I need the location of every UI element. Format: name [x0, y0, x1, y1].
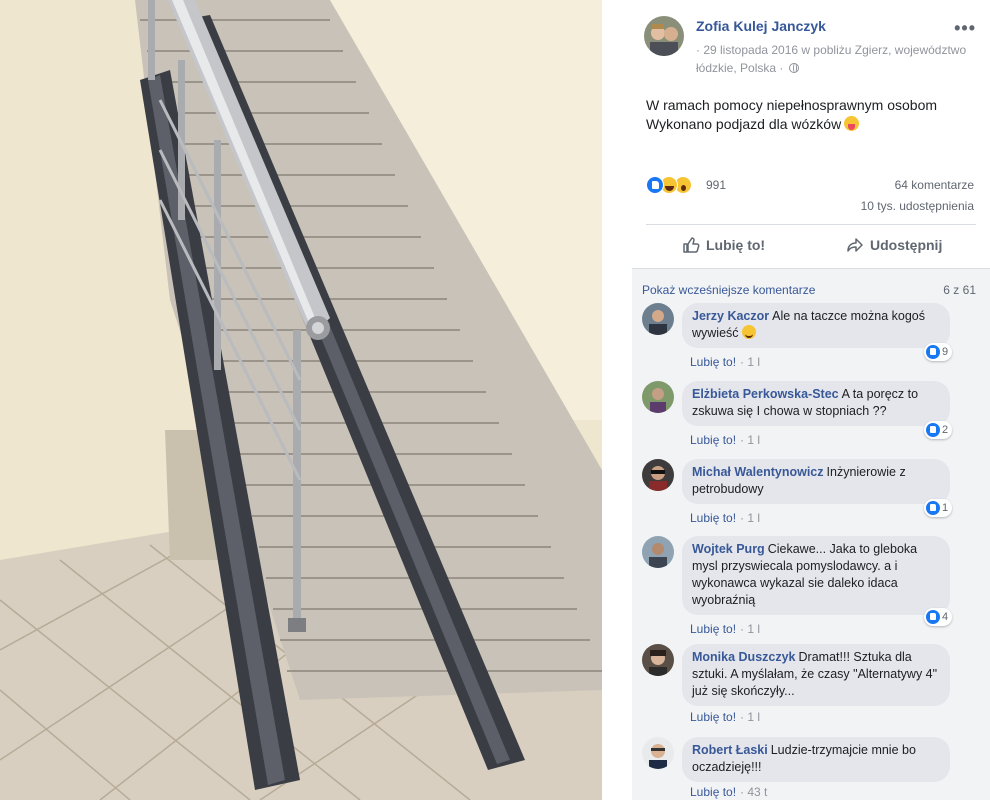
- commenter-avatar[interactable]: [642, 737, 674, 769]
- smiling-emoji-icon: [742, 325, 757, 339]
- commenter-name[interactable]: Wojtek Purg: [692, 542, 765, 556]
- comment-reactions[interactable]: 4: [924, 608, 953, 626]
- comments-count[interactable]: 64 komentarze: [895, 178, 974, 192]
- comment-bubble: Monika Duszczyk Dramat!!! Sztuka dla sztu…: [682, 644, 950, 706]
- comment-reactions[interactable]: 9: [924, 343, 953, 361]
- comment-time[interactable]: · 1 l: [740, 710, 760, 724]
- post-text-line-1: W ramach pomocy niepełnosprawnym osobom: [646, 97, 938, 113]
- commenter-avatar[interactable]: [642, 536, 674, 568]
- comment-like-link[interactable]: Lubię to!: [690, 710, 736, 724]
- comment-like-link[interactable]: Lubię to!: [690, 622, 736, 636]
- commenter-name[interactable]: Jerzy Kaczor: [692, 309, 769, 323]
- author-name[interactable]: Zofia Kulej Janczyk: [696, 18, 826, 34]
- staircase-photo: [0, 0, 602, 800]
- share-button[interactable]: Udostępnij: [846, 236, 942, 254]
- tongue-emoji-icon: [844, 116, 860, 131]
- like-button-label: Lubię to!: [706, 237, 766, 253]
- post-photo[interactable]: [0, 0, 602, 800]
- comment-time[interactable]: · 1 l: [740, 511, 760, 525]
- comment-bubble: Robert Łaski Ludzie-trzymajcie mnie bo oc…: [682, 737, 950, 782]
- commenter-name[interactable]: Elżbieta Perkowska-Stec: [692, 387, 839, 401]
- post-date-location[interactable]: · 29 listopada 2016 w pobliżu Zgierz, wo…: [696, 43, 966, 75]
- like-icon: [926, 610, 940, 624]
- post-header: Zofia Kulej Janczyk · 29 listopada 2016 …: [644, 14, 986, 77]
- shares-count[interactable]: 10 tys. udostępnienia: [861, 199, 974, 213]
- comment-actions: Lubię to! · 1 l: [690, 511, 760, 525]
- author-avatar[interactable]: [644, 16, 684, 56]
- divider: [646, 224, 976, 225]
- globe-icon: [788, 63, 799, 73]
- comment-actions: Lubię to! · 1 l: [690, 622, 760, 636]
- comment-actions: Lubię to! · 43 t: [690, 785, 767, 799]
- comment-time[interactable]: · 1 l: [740, 433, 760, 447]
- comment-bubble: Jerzy Kaczor Ale na taczce można kogoś wy…: [682, 303, 950, 348]
- comment-actions: Lubię to! · 1 l: [690, 355, 760, 369]
- comment-like-link[interactable]: Lubię to!: [690, 433, 736, 447]
- comment-time[interactable]: · 1 l: [740, 622, 760, 636]
- comment-bubble: Elżbieta Perkowska-Stec A ta poręcz to zs…: [682, 381, 950, 426]
- commenter-avatar[interactable]: [642, 381, 674, 413]
- like-icon: [646, 176, 664, 194]
- commenter-avatar[interactable]: [642, 644, 674, 676]
- reaction-count[interactable]: 991: [706, 178, 726, 192]
- share-button-label: Udostępnij: [870, 237, 943, 253]
- like-icon: [926, 423, 940, 437]
- comment-bubble: Michał Walentynowicz Inżynierowie z petro…: [682, 459, 950, 504]
- commenter-name[interactable]: Michał Walentynowicz: [692, 465, 824, 479]
- post-side-panel: Zofia Kulej Janczyk · 29 listopada 2016 …: [602, 0, 990, 800]
- comment-like-link[interactable]: Lubię to!: [690, 785, 736, 799]
- comment-bubble: Wojtek Purg Ciekawe... Jaka to gleboka my…: [682, 536, 950, 615]
- like-button[interactable]: Lubię to!: [682, 236, 765, 254]
- commenter-avatar[interactable]: [642, 303, 674, 335]
- post-actions: Lubię to! Udostępnij: [646, 228, 976, 264]
- comment-position: 6 z 61: [943, 283, 976, 297]
- comment-time[interactable]: · 1 l: [740, 355, 760, 369]
- comments-section: Pokaż wcześniejsze komentarze 6 z 61 Jer…: [632, 268, 990, 800]
- post-meta: · 29 listopada 2016 w pobliżu Zgierz, wo…: [696, 41, 976, 77]
- post-text: W ramach pomocy niepełnosprawnym osobom …: [646, 96, 976, 134]
- share-icon: [847, 238, 863, 252]
- comment-actions: Lubię to! · 1 l: [690, 433, 760, 447]
- like-icon: [926, 345, 940, 359]
- comment-like-link[interactable]: Lubię to!: [690, 511, 736, 525]
- commenter-avatar[interactable]: [642, 459, 674, 491]
- more-options-button[interactable]: •••: [954, 18, 976, 39]
- comment-like-link[interactable]: Lubię to!: [690, 355, 736, 369]
- show-previous-comments-link[interactable]: Pokaż wcześniejsze komentarze: [642, 283, 815, 297]
- comment-actions: Lubię to! · 1 l: [690, 710, 760, 724]
- comment-reactions[interactable]: 1: [924, 499, 953, 517]
- commenter-name[interactable]: Robert Łaski: [692, 743, 768, 757]
- post-text-line-2: Wykonano podjazd dla wózków: [646, 116, 842, 132]
- commenter-name[interactable]: Monika Duszczyk: [692, 650, 796, 664]
- comment-reactions[interactable]: 2: [924, 421, 953, 439]
- like-icon: [926, 501, 940, 515]
- comment-time[interactable]: · 43 t: [740, 785, 767, 799]
- thumbs-up-icon: [683, 237, 700, 253]
